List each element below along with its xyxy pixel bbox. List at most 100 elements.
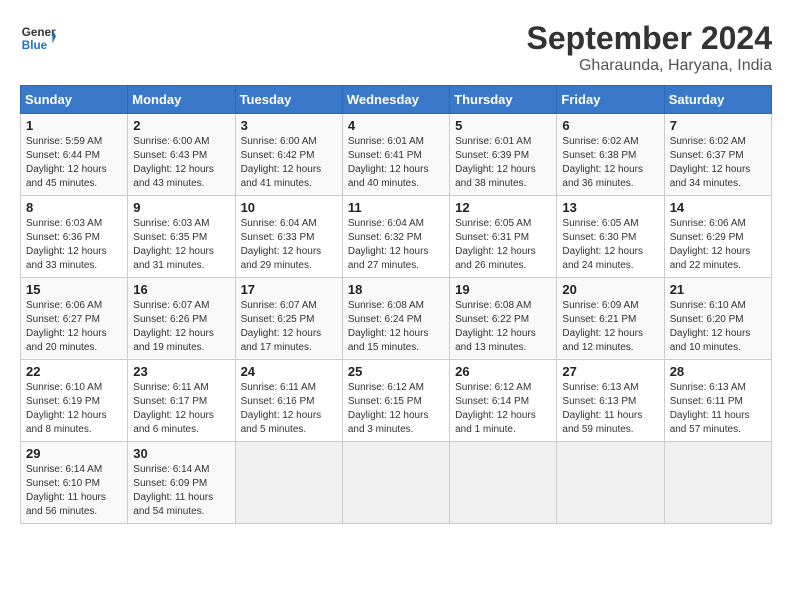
calendar-day-cell: 27 Sunrise: 6:13 AM Sunset: 6:13 PM Dayli… [557, 360, 664, 442]
calendar-day-cell: 15 Sunrise: 6:06 AM Sunset: 6:27 PM Dayli… [21, 278, 128, 360]
day-number: 14 [670, 200, 766, 215]
day-info: Sunrise: 6:07 AM Sunset: 6:26 PM Dayligh… [133, 299, 229, 355]
calendar-day-cell: 30 Sunrise: 6:14 AM Sunset: 6:09 PM Dayli… [128, 442, 235, 524]
day-info: Sunrise: 6:02 AM Sunset: 6:37 PM Dayligh… [670, 135, 766, 191]
calendar-day-cell: 12 Sunrise: 6:05 AM Sunset: 6:31 PM Dayli… [450, 196, 557, 278]
day-number: 11 [348, 200, 444, 215]
day-number: 20 [562, 282, 658, 297]
day-info: Sunrise: 6:03 AM Sunset: 6:36 PM Dayligh… [26, 217, 122, 273]
day-number: 26 [455, 364, 551, 379]
calendar-day-cell: 21Sunrise: 6:10 AM Sunset: 6:20 PM Dayli… [664, 278, 771, 360]
calendar-day-cell [664, 442, 771, 524]
calendar-day-cell: 5 Sunrise: 6:01 AM Sunset: 6:39 PM Daylig… [450, 114, 557, 196]
calendar-day-cell: 25Sunrise: 6:12 AM Sunset: 6:15 PM Dayli… [342, 360, 449, 442]
calendar-day-cell: 2 Sunrise: 6:00 AM Sunset: 6:43 PM Daylig… [128, 114, 235, 196]
calendar-body: 1Sunrise: 5:59 AM Sunset: 6:44 PM Daylig… [21, 114, 772, 524]
day-info: Sunrise: 6:04 AM Sunset: 6:33 PM Dayligh… [241, 217, 337, 273]
day-number: 1 [26, 118, 122, 133]
weekday-header-cell: Thursday [450, 86, 557, 114]
day-info: Sunrise: 6:00 AM Sunset: 6:42 PM Dayligh… [241, 135, 337, 191]
svg-text:Blue: Blue [22, 39, 48, 52]
day-info: Sunrise: 6:01 AM Sunset: 6:39 PM Dayligh… [455, 135, 551, 191]
day-info: Sunrise: 6:05 AM Sunset: 6:30 PM Dayligh… [562, 217, 658, 273]
day-info: Sunrise: 6:09 AM Sunset: 6:21 PM Dayligh… [562, 299, 658, 355]
calendar-day-cell: 16Sunrise: 6:07 AM Sunset: 6:26 PM Dayli… [128, 278, 235, 360]
day-info: Sunrise: 6:07 AM Sunset: 6:25 PM Dayligh… [241, 299, 337, 355]
day-info: Sunrise: 6:13 AM Sunset: 6:13 PM Dayligh… [562, 381, 658, 437]
day-info: Sunrise: 6:00 AM Sunset: 6:43 PM Dayligh… [133, 135, 229, 191]
calendar-day-cell: 9Sunrise: 6:03 AM Sunset: 6:35 PM Daylig… [128, 196, 235, 278]
day-number: 17 [241, 282, 337, 297]
day-number: 13 [562, 200, 658, 215]
day-number: 7 [670, 118, 766, 133]
calendar-day-cell: 28 Sunrise: 6:13 AM Sunset: 6:11 PM Dayli… [664, 360, 771, 442]
day-number: 5 [455, 118, 551, 133]
day-info: Sunrise: 6:01 AM Sunset: 6:41 PM Dayligh… [348, 135, 444, 191]
calendar-day-cell [450, 442, 557, 524]
day-number: 2 [133, 118, 229, 133]
weekday-header-cell: Saturday [664, 86, 771, 114]
calendar-day-cell: 13 Sunrise: 6:05 AM Sunset: 6:30 PM Dayli… [557, 196, 664, 278]
day-info: Sunrise: 6:11 AM Sunset: 6:17 PM Dayligh… [133, 381, 229, 437]
day-number: 6 [562, 118, 658, 133]
calendar-day-cell: 8 Sunrise: 6:03 AM Sunset: 6:36 PM Daylig… [21, 196, 128, 278]
calendar-day-cell: 22 Sunrise: 6:10 AM Sunset: 6:19 PM Dayli… [21, 360, 128, 442]
day-number: 21 [670, 282, 766, 297]
calendar-day-cell: 20 Sunrise: 6:09 AM Sunset: 6:21 PM Dayli… [557, 278, 664, 360]
calendar-day-cell: 10 Sunrise: 6:04 AM Sunset: 6:33 PM Dayli… [235, 196, 342, 278]
weekday-header-cell: Wednesday [342, 86, 449, 114]
weekday-header-cell: Friday [557, 86, 664, 114]
location: Gharaunda, Haryana, India [527, 57, 772, 75]
svg-text:General: General [22, 26, 56, 39]
day-info: Sunrise: 6:14 AM Sunset: 6:10 PM Dayligh… [26, 463, 122, 519]
day-number: 22 [26, 364, 122, 379]
day-info: Sunrise: 6:11 AM Sunset: 6:16 PM Dayligh… [241, 381, 337, 437]
day-number: 29 [26, 446, 122, 461]
day-number: 10 [241, 200, 337, 215]
day-number: 15 [26, 282, 122, 297]
title-block: September 2024 Gharaunda, Haryana, India [527, 20, 772, 75]
day-number: 9 [133, 200, 229, 215]
day-number: 3 [241, 118, 337, 133]
calendar-day-cell: 4 Sunrise: 6:01 AM Sunset: 6:41 PM Daylig… [342, 114, 449, 196]
calendar-day-cell: 29 Sunrise: 6:14 AM Sunset: 6:10 PM Dayli… [21, 442, 128, 524]
day-info: Sunrise: 6:13 AM Sunset: 6:11 PM Dayligh… [670, 381, 766, 437]
day-number: 18 [348, 282, 444, 297]
calendar-day-cell: 1Sunrise: 5:59 AM Sunset: 6:44 PM Daylig… [21, 114, 128, 196]
day-info: Sunrise: 6:12 AM Sunset: 6:14 PM Dayligh… [455, 381, 551, 437]
day-info: Sunrise: 6:05 AM Sunset: 6:31 PM Dayligh… [455, 217, 551, 273]
month-year: September 2024 [527, 20, 772, 57]
calendar-week-row: 29 Sunrise: 6:14 AM Sunset: 6:10 PM Dayli… [21, 442, 772, 524]
day-number: 24 [241, 364, 337, 379]
calendar-day-cell: 19Sunrise: 6:08 AM Sunset: 6:22 PM Dayli… [450, 278, 557, 360]
calendar-day-cell: 7 Sunrise: 6:02 AM Sunset: 6:37 PM Daylig… [664, 114, 771, 196]
weekday-header-cell: Monday [128, 86, 235, 114]
logo: General Blue [20, 20, 56, 56]
weekday-header-cell: Sunday [21, 86, 128, 114]
day-info: Sunrise: 6:08 AM Sunset: 6:24 PM Dayligh… [348, 299, 444, 355]
day-number: 8 [26, 200, 122, 215]
day-number: 12 [455, 200, 551, 215]
calendar-day-cell: 6 Sunrise: 6:02 AM Sunset: 6:38 PM Daylig… [557, 114, 664, 196]
day-number: 30 [133, 446, 229, 461]
day-info: Sunrise: 6:12 AM Sunset: 6:15 PM Dayligh… [348, 381, 444, 437]
day-info: Sunrise: 6:06 AM Sunset: 6:27 PM Dayligh… [26, 299, 122, 355]
day-number: 27 [562, 364, 658, 379]
calendar-table: SundayMondayTuesdayWednesdayThursdayFrid… [20, 85, 772, 524]
day-number: 19 [455, 282, 551, 297]
calendar-day-cell: 26 Sunrise: 6:12 AM Sunset: 6:14 PM Dayli… [450, 360, 557, 442]
day-number: 28 [670, 364, 766, 379]
calendar-day-cell: 18 Sunrise: 6:08 AM Sunset: 6:24 PM Dayli… [342, 278, 449, 360]
calendar-week-row: 1Sunrise: 5:59 AM Sunset: 6:44 PM Daylig… [21, 114, 772, 196]
calendar-week-row: 15 Sunrise: 6:06 AM Sunset: 6:27 PM Dayli… [21, 278, 772, 360]
calendar-day-cell: 17 Sunrise: 6:07 AM Sunset: 6:25 PM Dayli… [235, 278, 342, 360]
day-info: Sunrise: 6:14 AM Sunset: 6:09 PM Dayligh… [133, 463, 229, 519]
day-info: Sunrise: 6:10 AM Sunset: 6:19 PM Dayligh… [26, 381, 122, 437]
day-info: Sunrise: 6:02 AM Sunset: 6:38 PM Dayligh… [562, 135, 658, 191]
weekday-header-cell: Tuesday [235, 86, 342, 114]
day-info: Sunrise: 6:06 AM Sunset: 6:29 PM Dayligh… [670, 217, 766, 273]
day-number: 4 [348, 118, 444, 133]
calendar-day-cell [557, 442, 664, 524]
page-header: General Blue September 2024 Gharaunda, H… [20, 20, 772, 75]
calendar-week-row: 22 Sunrise: 6:10 AM Sunset: 6:19 PM Dayli… [21, 360, 772, 442]
